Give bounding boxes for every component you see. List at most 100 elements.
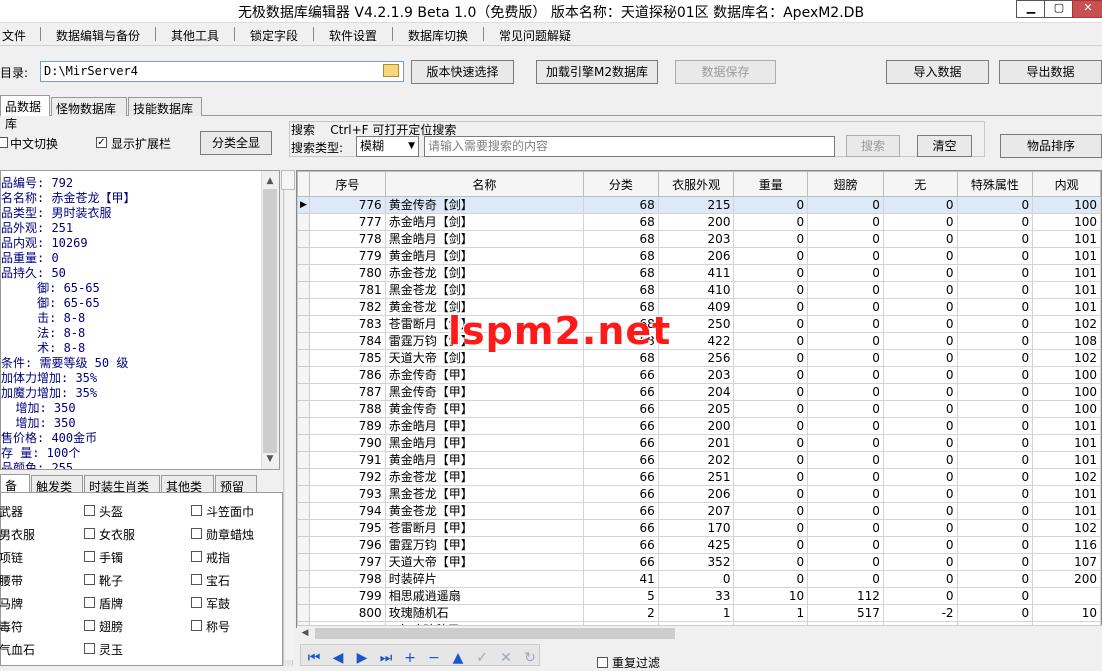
table-cell[interactable]: 793 xyxy=(308,485,386,503)
table-row[interactable]: 800 玫瑰随机石 2 1 1 517 -2 0 10 xyxy=(297,604,1101,622)
table-cell[interactable]: 黄金皓月【剑】 xyxy=(384,247,585,265)
table-cell[interactable]: 时装碎片 xyxy=(384,570,585,588)
column-header[interactable]: 序号 xyxy=(308,171,386,197)
table-cell[interactable]: 0 xyxy=(807,247,884,265)
table-cell[interactable]: 66 xyxy=(583,485,659,503)
row-indicator[interactable] xyxy=(297,298,310,316)
table-cell[interactable]: 0 xyxy=(882,298,958,316)
search-type-select[interactable]: 模糊 ▼ xyxy=(356,136,419,157)
table-cell[interactable]: 玫瑰随机石 xyxy=(384,604,585,622)
table-cell[interactable]: 0 xyxy=(807,349,884,367)
category-checkbox[interactable] xyxy=(84,505,95,516)
table-cell[interactable]: 0 xyxy=(882,468,958,486)
table-cell[interactable]: 206 xyxy=(657,247,735,265)
table-cell[interactable]: 0 xyxy=(882,383,958,401)
row-indicator[interactable] xyxy=(297,451,310,469)
category-label[interactable]: 气血石 xyxy=(0,641,35,658)
dup-filter-checkbox[interactable] xyxy=(597,657,608,668)
table-cell[interactable]: 0 xyxy=(882,230,958,248)
table-cell[interactable]: 800 xyxy=(308,604,386,622)
category-label[interactable]: 手镯 xyxy=(99,549,123,566)
dir-input[interactable]: D:\MirServer4 xyxy=(40,61,404,82)
row-indicator[interactable] xyxy=(297,264,310,282)
table-cell[interactable]: 0 xyxy=(882,264,958,282)
quick-select-button[interactable]: 版本快速选择 xyxy=(411,60,514,84)
table-cell[interactable]: 0 xyxy=(733,281,809,299)
category-label[interactable]: 项链 xyxy=(0,549,23,566)
table-cell[interactable]: 0 xyxy=(733,298,809,316)
table-cell[interactable]: 68 xyxy=(583,247,659,265)
table-cell[interactable]: 794 xyxy=(308,502,386,520)
menu-lock-fields[interactable]: 锁定字段 xyxy=(250,27,298,44)
category-checkbox[interactable] xyxy=(191,574,202,585)
info-scrollbar[interactable]: ▲ ▼ xyxy=(261,171,279,469)
cat-tab-equip[interactable]: 备类 xyxy=(0,474,30,510)
table-row[interactable]: 796 雷霆万钧【甲】 66 425 0 0 0 0 116 xyxy=(297,536,1101,554)
table-cell[interactable]: 5 xyxy=(583,587,659,605)
table-cell[interactable]: 0 xyxy=(733,315,809,333)
table-cell[interactable]: 黑金苍龙【剑】 xyxy=(384,281,585,299)
prior-icon[interactable]: ◀ xyxy=(328,650,348,666)
table-row[interactable]: 795 苍雷断月【甲】 66 170 0 0 0 0 102 xyxy=(297,519,1101,537)
row-indicator[interactable] xyxy=(297,281,310,299)
table-cell[interactable]: 100 xyxy=(1032,400,1101,418)
table-row[interactable]: 798 时装碎片 41 0 0 0 0 0 200 xyxy=(297,570,1101,588)
table-cell[interactable]: 0 xyxy=(733,536,809,554)
table-row[interactable]: 793 黑金苍龙【甲】 66 206 0 0 0 0 101 xyxy=(297,485,1101,503)
category-label[interactable]: 盾牌 xyxy=(99,595,123,612)
table-cell[interactable]: 黑金传奇【甲】 xyxy=(384,383,585,401)
category-checkbox[interactable] xyxy=(191,528,202,539)
table-cell[interactable]: 66 xyxy=(583,400,659,418)
table-cell[interactable]: 0 xyxy=(956,247,1034,265)
post-icon[interactable]: ✓ xyxy=(472,650,492,666)
column-header[interactable]: 衣服外观 xyxy=(657,171,735,197)
table-cell[interactable]: 0 xyxy=(807,332,884,350)
table-cell[interactable]: 68 xyxy=(583,281,659,299)
table-cell[interactable]: 68 xyxy=(583,196,659,214)
table-cell[interactable]: 0 xyxy=(956,400,1034,418)
row-indicator[interactable] xyxy=(297,315,310,333)
table-row[interactable]: 777 赤金皓月【剑】 68 200 0 0 0 0 100 xyxy=(297,213,1101,231)
last-icon[interactable]: ⏭ xyxy=(376,650,396,666)
clear-button[interactable]: 清空 xyxy=(917,135,972,157)
table-cell[interactable]: 0 xyxy=(807,451,884,469)
table-cell[interactable]: 0 xyxy=(956,264,1034,282)
category-label[interactable]: 称号 xyxy=(206,618,230,635)
column-header[interactable]: 翅膀 xyxy=(807,171,884,197)
table-cell[interactable]: 0 xyxy=(956,519,1034,537)
menu-faq[interactable]: 常见问题解疑 xyxy=(499,27,571,44)
table-cell[interactable]: 0 xyxy=(733,434,809,452)
dup-filter-label[interactable]: 重复过滤 xyxy=(612,654,660,671)
table-cell[interactable]: 108 xyxy=(1032,332,1101,350)
category-checkbox[interactable] xyxy=(191,620,202,631)
table-row[interactable]: 790 黑金皓月【甲】 66 201 0 0 0 0 101 xyxy=(297,434,1101,452)
table-cell[interactable]: 0 xyxy=(956,604,1034,622)
table-cell[interactable]: 0 xyxy=(733,366,809,384)
table-row[interactable]: 797 天道大帝【甲】 66 352 0 0 0 0 107 xyxy=(297,553,1101,571)
category-label[interactable]: 勋章蜡烛 xyxy=(206,526,254,543)
table-cell[interactable]: 相思戚逍遥扇 xyxy=(384,587,585,605)
table-cell[interactable]: 352 xyxy=(657,553,735,571)
category-label[interactable]: 腰带 xyxy=(0,572,23,589)
table-cell[interactable]: 0 xyxy=(956,332,1034,350)
table-cell[interactable]: 0 xyxy=(882,502,958,520)
column-header[interactable]: 名称 xyxy=(384,171,585,197)
table-cell[interactable]: 0 xyxy=(733,196,809,214)
row-indicator[interactable] xyxy=(297,519,310,537)
table-cell[interactable]: 66 xyxy=(583,536,659,554)
category-label[interactable]: 武器 xyxy=(0,503,23,520)
table-cell[interactable]: 0 xyxy=(733,417,809,435)
table-cell[interactable]: 205 xyxy=(657,400,735,418)
close-button[interactable]: ✕ xyxy=(1072,0,1102,18)
table-cell[interactable]: 68 xyxy=(583,230,659,248)
table-cell[interactable]: 170 xyxy=(657,519,735,537)
menu-file[interactable]: 文件 xyxy=(2,27,26,44)
table-cell[interactable]: 251 xyxy=(657,468,735,486)
table-cell[interactable]: 0 xyxy=(807,553,884,571)
table-cell[interactable]: 0 xyxy=(733,570,809,588)
table-cell[interactable]: 797 xyxy=(308,553,386,571)
table-cell[interactable]: 黑金苍龙【甲】 xyxy=(384,485,585,503)
table-cell[interactable]: 786 xyxy=(308,366,386,384)
table-cell[interactable]: 102 xyxy=(1032,349,1101,367)
table-cell[interactable]: 0 xyxy=(807,485,884,503)
